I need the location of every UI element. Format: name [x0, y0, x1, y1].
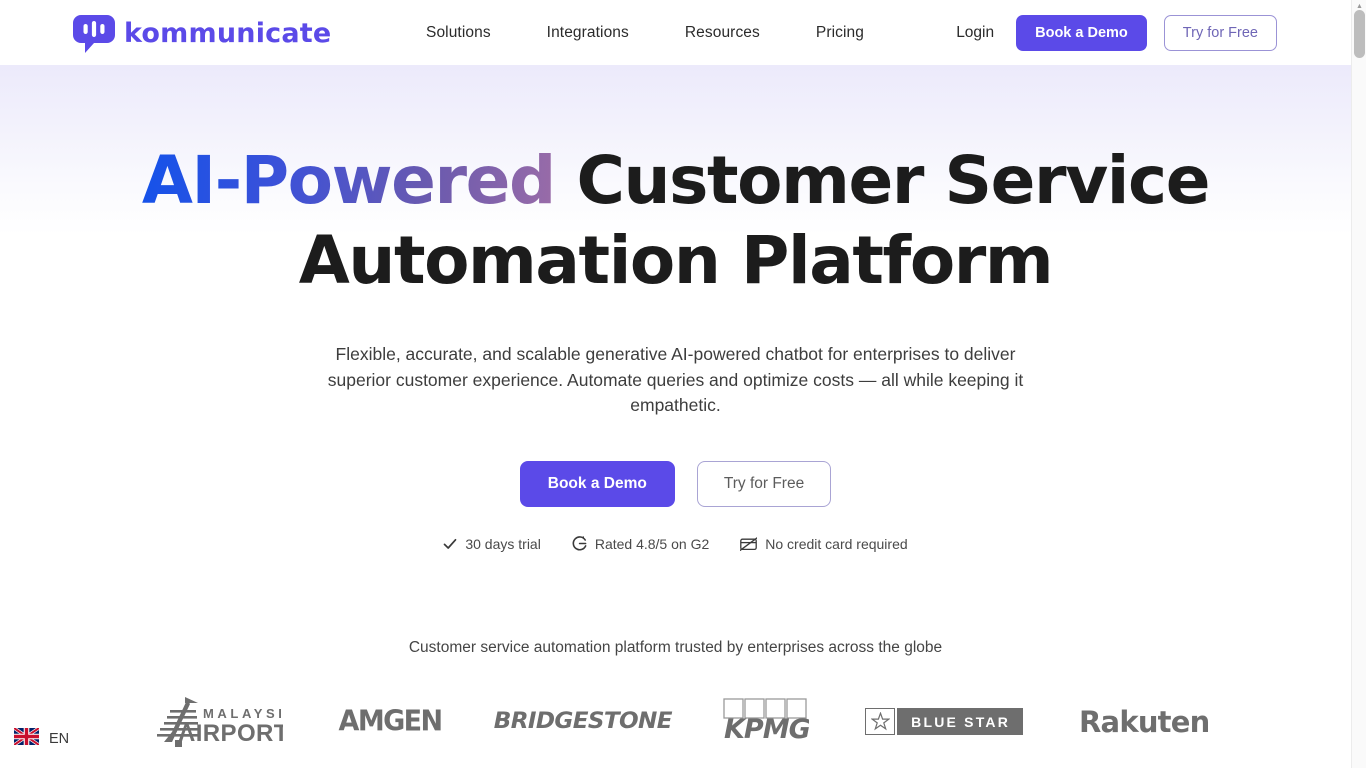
bluestar-lockup: BLUE STAR [865, 708, 1024, 735]
logo-rakuten: Rakuten [1079, 694, 1210, 750]
logo-bridgestone: BRIDGESTONE [493, 694, 672, 750]
page-scrollbar[interactable]: ▲ [1351, 0, 1366, 768]
trust-label-no-credit-card: No credit card required [765, 535, 908, 552]
brand-logo[interactable]: kommunicate [72, 12, 331, 54]
social-proof-caption: Customer service automation platform tru… [408, 638, 943, 656]
g2-icon [572, 536, 587, 551]
trust-indicators: 30 days trial Rated 4.8/5 on G2 No credi… [0, 536, 1351, 552]
amgen-wordmark: AMGEN [338, 705, 444, 738]
language-switcher[interactable]: EN [13, 726, 70, 750]
hero-section: AI-Powered Customer Service Automation P… [0, 65, 1351, 750]
star-icon [865, 708, 896, 735]
main-navigation: Solutions Integrations Resources Pricing [420, 0, 892, 65]
header-actions: Login Book a Demo Try for Free [956, 0, 1277, 65]
site-header: kommunicate Solutions Integrations Resou… [0, 0, 1351, 65]
logo-blue-star: BLUE STAR [865, 694, 1024, 750]
header-try-free-button[interactable]: Try for Free [1163, 14, 1277, 51]
uk-flag-icon [13, 726, 40, 750]
svg-text:MALAYSIA: MALAYSIA [203, 706, 283, 721]
nav-item-solutions[interactable]: Solutions [420, 24, 519, 42]
trust-item-no-credit-card: No credit card required [740, 535, 908, 552]
chat-bubble-icon [72, 12, 116, 54]
logo-amgen: AMGEN [338, 694, 444, 750]
svg-text:KPMG: KPMG [724, 714, 809, 745]
no-credit-card-icon [740, 536, 758, 551]
headline-line2: Automation Platform [298, 222, 1054, 299]
customer-logo-strip: MALAYSIA AIRPORTS AMGEN BRIDGESTONE [0, 694, 1351, 750]
trust-label-rating: Rated 4.8/5 on G2 [594, 535, 710, 552]
trust-item-rating: Rated 4.8/5 on G2 [572, 536, 709, 552]
headline-rest: Customer Service [554, 142, 1210, 219]
svg-text:AIRPORTS: AIRPORTS [178, 720, 283, 747]
nav-item-integrations[interactable]: Integrations [519, 24, 657, 42]
header-book-demo-button[interactable]: Book a Demo [1016, 14, 1147, 51]
rakuten-wordmark: Rakuten [1079, 704, 1210, 739]
headline-highlight: AI-Powered [141, 142, 556, 219]
brand-name: kommunicate [124, 17, 332, 49]
hero-cta-row: Book a Demo Try for Free [0, 460, 1351, 507]
logo-kpmg: KPMG [723, 694, 809, 750]
login-link[interactable]: Login [956, 24, 994, 42]
language-code: EN [49, 731, 70, 747]
page-title: AI-Powered Customer Service Automation P… [0, 141, 1351, 301]
check-icon [443, 537, 457, 551]
bluestar-wordmark: BLUE STAR [897, 708, 1024, 735]
hero-book-demo-button[interactable]: Book a Demo [519, 460, 675, 507]
nav-item-resources[interactable]: Resources [657, 24, 788, 42]
hero-subtitle: Flexible, accurate, and scalable generat… [327, 344, 1024, 415]
trust-label-trial: 30 days trial [465, 535, 541, 552]
scrollbar-thumb[interactable] [1354, 10, 1365, 58]
trust-item-trial: 30 days trial [443, 535, 541, 552]
nav-item-pricing[interactable]: Pricing [788, 24, 892, 42]
hero-try-free-button[interactable]: Try for Free [696, 460, 832, 507]
bridgestone-wordmark: BRIDGESTONE [493, 709, 672, 734]
page-root: kommunicate Solutions Integrations Resou… [0, 0, 1366, 768]
logo-malaysia-airports: MALAYSIA AIRPORTS [142, 694, 283, 750]
